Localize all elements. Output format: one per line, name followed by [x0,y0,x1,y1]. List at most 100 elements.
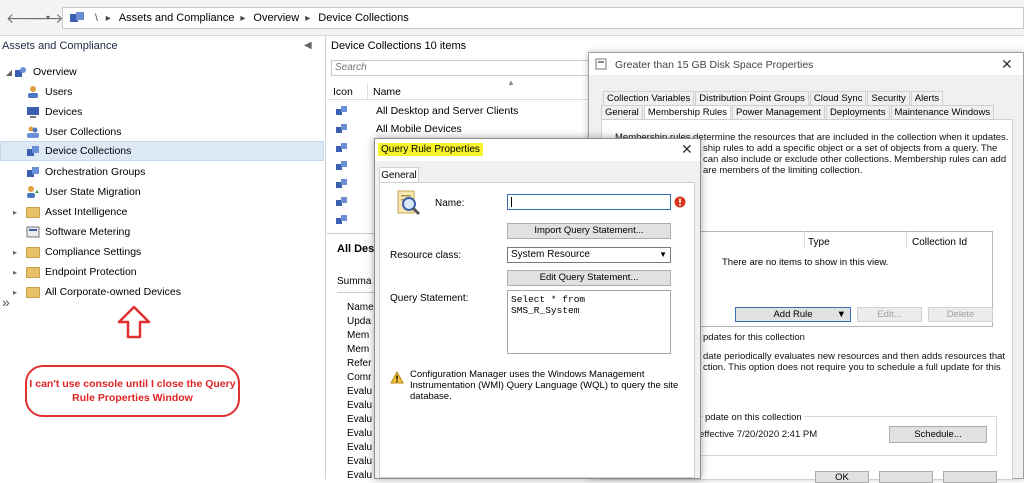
nav-item-asset-intelligence[interactable]: ▸ Asset Intelligence [0,202,324,222]
cancel-button[interactable] [879,471,933,483]
schedule-button[interactable]: Schedule... [889,426,987,443]
collapse-triangle-icon[interactable]: ◢ [4,68,14,77]
breadcrumb-item[interactable]: Assets and Compliance [119,12,235,24]
wql-info-text: Configuration Manager uses the Windows M… [410,369,679,402]
tab-cloud-sync[interactable]: Cloud Sync [809,91,867,105]
expand-triangle-icon[interactable]: ▸ [10,248,20,257]
add-rule-label: Add Rule [773,309,813,320]
device-icon [27,107,39,118]
close-icon[interactable]: ✕ [1001,56,1013,73]
details-divider [337,292,377,293]
expand-pane-icon[interactable]: » [2,294,10,310]
full-update-label: pdate on this collection [703,412,804,423]
device-collection-icon[interactable] [335,160,349,172]
name-label: Name: [435,198,465,209]
dropdown-chevron-icon[interactable]: ▾ [46,13,50,22]
device-collection-icon[interactable] [335,142,349,154]
close-icon[interactable]: ✕ [681,141,693,158]
nav-item-device-collections[interactable]: Device Collections [0,141,324,161]
device-collection-icon[interactable] [335,196,349,208]
nav-item-users[interactable]: Users [0,82,324,102]
breadcrumb-item[interactable]: Device Collections [318,12,408,24]
collapse-pane-icon[interactable]: ◀ [304,40,312,51]
nav-item-label: Asset Intelligence [45,206,128,218]
folder-icon [26,286,40,298]
forward-arrow-icon[interactable]: 🡒 [26,9,64,27]
metering-icon [26,226,40,238]
device-collection-icon [336,124,347,133]
import-query-button[interactable]: Import Query Statement... [507,223,671,239]
tab-membership-rules[interactable]: Membership Rules [643,105,732,119]
resource-class-label: Resource class: [390,250,462,261]
apply-button[interactable] [943,471,997,483]
column-header-icon[interactable]: Icon [333,86,353,98]
folder-icon [26,246,40,258]
nav-item-orchestration-groups[interactable]: Orchestration Groups [0,162,324,182]
incremental-description-line: date periodically evaluates new resource… [703,351,1006,362]
effective-date-text: effective 7/20/2020 2:41 PM [699,429,818,440]
nav-item-compliance-settings[interactable]: ▸ Compliance Settings [0,242,324,262]
expand-triangle-icon[interactable]: ▸ [10,268,20,277]
resource-class-value: System Resource [511,249,590,260]
expand-triangle-icon[interactable]: ▸ [10,208,20,217]
tab-collection-variables[interactable]: Collection Variables [603,91,695,105]
column-header-collection-id[interactable]: Collection Id [912,237,967,248]
ok-button[interactable]: OK [815,471,869,483]
nav-item-corporate-owned[interactable]: ▸ All Corporate-owned Devices [0,282,324,302]
nav-item-user-state-migration[interactable]: User State Migration [0,182,324,202]
nav-item-label: All Corporate-owned Devices [45,286,181,298]
breadcrumb-separator-icon: ▸ [105,12,111,24]
detail-property: Evalu [347,470,373,481]
dialog-title: Greater than 15 GB Disk Space Properties [615,59,814,71]
detail-property: Evalu [347,414,373,425]
nav-item-label: Overview [33,66,77,78]
tab-row-2: General Membership Rules Power Managemen… [601,105,995,119]
tab-general[interactable]: General [601,105,643,119]
content-title: Device Collections 10 items [331,40,467,52]
user-icon [28,86,38,98]
nav-item-software-metering[interactable]: Software Metering [0,222,324,242]
nav-item-user-collections[interactable]: User Collections [0,122,324,142]
annotation-callout: I can't use console until I close the Qu… [25,365,240,417]
detail-property: Evalu [347,456,373,467]
nav-item-endpoint-protection[interactable]: ▸ Endpoint Protection [0,262,324,282]
migration-icon [27,186,39,198]
nav-item-devices[interactable]: Devices [0,102,324,122]
column-divider [804,231,805,249]
tab-general[interactable]: General [379,167,419,183]
dialog-titlebar[interactable]: Greater than 15 GB Disk Space Properties… [589,53,1023,75]
device-collection-icon[interactable] [335,178,349,190]
device-collection-icon[interactable] [335,214,349,226]
detail-property: Evalu [347,428,373,439]
dialog-titlebar[interactable]: Query Rule Properties ✕ [375,139,700,161]
tab-row-1: Collection Variables Distribution Point … [603,91,944,105]
nav-item-label: Devices [45,106,83,118]
edit-query-button[interactable]: Edit Query Statement... [507,270,671,286]
tab-power-management[interactable]: Power Management [732,105,826,119]
rules-description-line: ship rules to add a specific object or a… [703,143,998,154]
breadcrumb-item[interactable]: Overview [253,12,299,24]
incremental-description-line: ction. This option does not require you … [703,362,1001,373]
nav-item-overview[interactable]: ◢ Overview [0,62,324,82]
query-statement-textarea[interactable]: Select * from SMS_R_System [507,290,671,354]
column-header-type[interactable]: Type [808,237,830,248]
name-input[interactable] [507,194,671,210]
detail-property: Upda [347,316,371,327]
edit-rule-button[interactable]: Edit... [857,307,922,322]
resource-class-select[interactable]: System Resource ▼ [507,247,671,263]
back-arrow-icon[interactable]: 🡐 [6,9,44,27]
folder-icon [26,266,40,278]
add-rule-button[interactable]: Add Rule ▼ [735,307,851,322]
breadcrumb-root[interactable]: \ [95,13,98,24]
detail-property: Mem [347,344,370,355]
detail-property: Mem [347,330,370,341]
tab-maintenance-windows[interactable]: Maintenance Windows [890,105,995,119]
tab-distribution-point-groups[interactable]: Distribution Point Groups [695,91,809,105]
tab-deployments[interactable]: Deployments [826,105,890,119]
query-magnifier-icon [397,190,421,216]
column-header-name[interactable]: Name [373,86,401,98]
expand-triangle-icon[interactable]: ▸ [10,288,20,297]
tab-security[interactable]: Security [867,91,910,105]
delete-rule-button[interactable]: Delete [928,307,993,322]
tab-alerts[interactable]: Alerts [910,91,944,105]
